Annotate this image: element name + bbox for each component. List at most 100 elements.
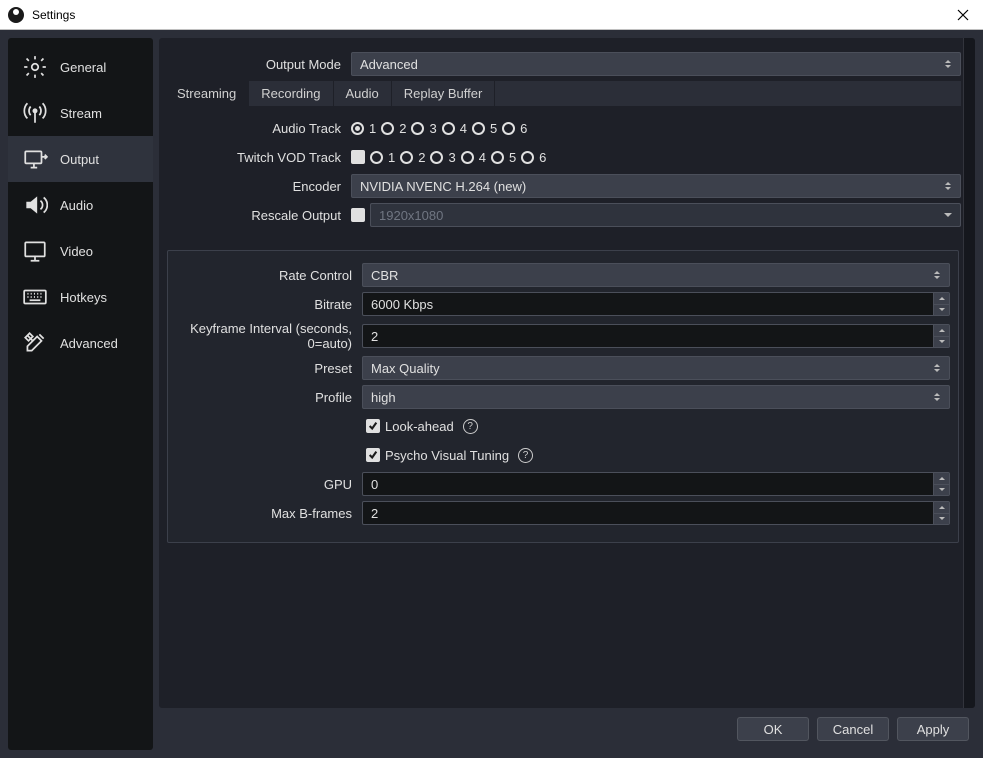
output-mode-select[interactable]: Advanced — [351, 52, 961, 76]
gpu-label: GPU — [168, 477, 362, 492]
title-bar: Settings — [0, 0, 983, 30]
rescale-select[interactable]: 1920x1080 — [370, 203, 961, 227]
sidebar-item-label: Audio — [60, 198, 93, 213]
sidebar-item-label: Video — [60, 244, 93, 259]
rescale-row: Rescale Output 1920x1080 — [165, 203, 961, 227]
window-title: Settings — [32, 8, 943, 22]
main-layout: General Stream Output Audio Video — [0, 30, 983, 758]
output-mode-label: Output Mode — [165, 57, 351, 72]
keyboard-icon — [22, 284, 48, 310]
sidebar-item-general[interactable]: General — [8, 44, 153, 90]
ok-button[interactable]: OK — [737, 717, 809, 741]
spin-arrows-icon — [933, 502, 949, 524]
encoder-select[interactable]: NVIDIA NVENC H.264 (new) — [351, 174, 961, 198]
bitrate-label: Bitrate — [168, 297, 362, 312]
twitch-vod-radio-4[interactable]: 4 — [461, 150, 486, 165]
rate-control-row: Rate Control CBR — [168, 263, 950, 287]
bitrate-row: Bitrate 6000 Kbps — [168, 292, 950, 316]
twitch-vod-radio-6[interactable]: 6 — [521, 150, 546, 165]
profile-label: Profile — [168, 390, 362, 405]
tab-replay-buffer[interactable]: Replay Buffer — [392, 81, 496, 106]
encoder-label: Encoder — [165, 179, 351, 194]
twitch-vod-radio-3[interactable]: 3 — [430, 150, 455, 165]
window-close-button[interactable] — [943, 0, 983, 30]
rate-control-label: Rate Control — [168, 268, 362, 283]
radio-icon — [351, 122, 364, 135]
select-arrows-icon — [940, 55, 956, 73]
sidebar-item-label: General — [60, 60, 106, 75]
content-column: Output Mode Advanced Streaming Recording — [153, 30, 983, 758]
help-icon[interactable]: ? — [463, 419, 478, 434]
twitch-vod-label: Twitch VOD Track — [165, 150, 351, 165]
cancel-button[interactable]: Cancel — [817, 717, 889, 741]
sidebar-item-hotkeys[interactable]: Hotkeys — [8, 274, 153, 320]
gpu-spinbox[interactable]: 0 — [362, 472, 950, 496]
gpu-row: GPU 0 — [168, 472, 950, 496]
radio-icon — [411, 122, 424, 135]
output-tabs: Streaming Recording Audio Replay Buffer — [165, 81, 961, 106]
bframes-value: 2 — [371, 506, 378, 521]
audio-track-radio-3[interactable]: 3 — [411, 121, 436, 136]
keyframe-label: Keyframe Interval (seconds, 0=auto) — [168, 321, 362, 351]
sidebar-item-audio[interactable]: Audio — [8, 182, 153, 228]
audio-track-radio-4[interactable]: 4 — [442, 121, 467, 136]
spin-arrows-icon — [933, 325, 949, 347]
audio-track-radio-6[interactable]: 6 — [502, 121, 527, 136]
sidebar-item-label: Hotkeys — [60, 290, 107, 305]
tab-streaming[interactable]: Streaming — [165, 81, 249, 106]
profile-value: high — [371, 390, 396, 405]
sidebar-item-stream[interactable]: Stream — [8, 90, 153, 136]
twitch-vod-radio-1[interactable]: 1 — [370, 150, 395, 165]
apply-button[interactable]: Apply — [897, 717, 969, 741]
bframes-spinbox[interactable]: 2 — [362, 501, 950, 525]
rescale-checkbox[interactable] — [351, 208, 365, 222]
profile-row: Profile high — [168, 385, 950, 409]
sidebar-item-video[interactable]: Video — [8, 228, 153, 274]
audio-track-radio-1[interactable]: 1 — [351, 121, 376, 136]
monitor-icon — [22, 238, 48, 264]
help-icon[interactable]: ? — [518, 448, 533, 463]
output-mode-row: Output Mode Advanced — [165, 52, 961, 76]
radio-icon — [381, 122, 394, 135]
select-arrows-icon — [940, 177, 956, 195]
sidebar: General Stream Output Audio Video — [8, 38, 153, 750]
tab-audio[interactable]: Audio — [334, 81, 392, 106]
twitch-vod-radio-2[interactable]: 2 — [400, 150, 425, 165]
lookahead-checkbox[interactable] — [366, 419, 380, 433]
monitor-out-icon — [22, 146, 48, 172]
close-icon — [957, 9, 969, 21]
twitch-vod-row: Twitch VOD Track 1 2 3 4 5 6 — [165, 145, 961, 169]
audio-track-radio-5[interactable]: 5 — [472, 121, 497, 136]
speaker-icon — [22, 192, 48, 218]
output-top-section: Output Mode Advanced Streaming Recording — [159, 38, 967, 242]
encoder-value: NVIDIA NVENC H.264 (new) — [360, 179, 526, 194]
psycho-label: Psycho Visual Tuning — [385, 448, 509, 463]
content-panel: Output Mode Advanced Streaming Recording — [159, 38, 975, 708]
sidebar-item-advanced[interactable]: Advanced — [8, 320, 153, 366]
preset-select[interactable]: Max Quality — [362, 356, 950, 380]
radio-icon — [400, 151, 413, 164]
keyframe-spinbox[interactable]: 2 — [362, 324, 950, 348]
tab-recording[interactable]: Recording — [249, 81, 333, 106]
rescale-label: Rescale Output — [165, 208, 351, 223]
psycho-checkbox[interactable] — [366, 448, 380, 462]
bitrate-spinbox[interactable]: 6000 Kbps — [362, 292, 950, 316]
radio-icon — [502, 122, 515, 135]
content-inner: Output Mode Advanced Streaming Recording — [159, 38, 975, 708]
twitch-vod-radio-5[interactable]: 5 — [491, 150, 516, 165]
tools-icon — [22, 330, 48, 356]
rate-control-value: CBR — [371, 268, 398, 283]
spin-arrows-icon — [933, 293, 949, 315]
rate-control-select[interactable]: CBR — [362, 263, 950, 287]
app-logo-icon — [8, 7, 24, 23]
radio-icon — [461, 151, 474, 164]
preset-label: Preset — [168, 361, 362, 376]
encoder-settings-panel: Rate Control CBR Bitrate 6000 Kb — [167, 250, 959, 543]
bframes-row: Max B-frames 2 — [168, 501, 950, 525]
profile-select[interactable]: high — [362, 385, 950, 409]
twitch-vod-checkbox[interactable] — [351, 150, 365, 164]
sidebar-item-output[interactable]: Output — [8, 136, 153, 182]
preset-value: Max Quality — [371, 361, 440, 376]
audio-track-radio-2[interactable]: 2 — [381, 121, 406, 136]
rescale-placeholder: 1920x1080 — [379, 208, 443, 223]
